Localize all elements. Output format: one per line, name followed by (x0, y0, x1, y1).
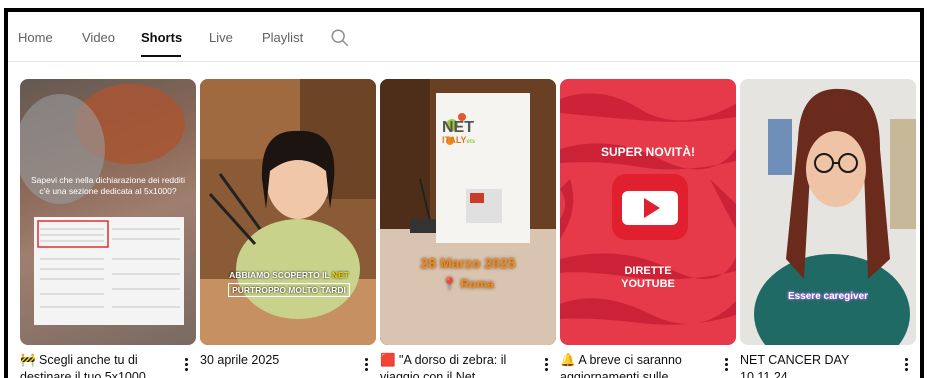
short-card[interactable]: Essere caregiver NET CANCER DAY 10.11.24 (740, 79, 916, 378)
thumbnail-artwork (200, 79, 376, 345)
more-options-button[interactable] (360, 354, 372, 374)
short-card[interactable]: NET ITALYets 28 Marzo 2025 📍 Roma 🟥 "A d… (380, 79, 556, 378)
tab-live[interactable]: Live (209, 30, 233, 45)
active-tab-indicator (141, 55, 181, 57)
channel-tabs: Home Video Shorts Live Playlist (8, 12, 920, 62)
thumbnail-caption-place: 📍 Roma (442, 277, 494, 291)
thumbnail-caption: Essere caregiver (787, 291, 869, 302)
short-card[interactable]: Sapevi che nella dichiarazione dei reddi… (20, 79, 196, 378)
tab-home[interactable]: Home (18, 30, 53, 45)
caption-text: PURTROPPO MOLTO TARDI (228, 283, 350, 297)
short-card[interactable]: SUPER NOVITÀ! DIRETTE YOUTUBE 🔔 A breve … (560, 79, 736, 378)
shorts-grid: Sapevi che nella dichiarazione dei reddi… (20, 79, 920, 378)
tab-shorts[interactable]: Shorts (141, 30, 182, 45)
more-options-button[interactable] (540, 354, 552, 374)
short-thumbnail[interactable]: SUPER NOVITÀ! DIRETTE YOUTUBE (560, 79, 736, 345)
thumbnail-caption: ABBIAMO SCOPERTO IL NET PURTROPPO MOLTO … (204, 269, 374, 297)
short-title[interactable]: NET CANCER DAY 10.11.24 (740, 352, 895, 378)
short-title[interactable]: 30 aprile 2025 (200, 352, 355, 378)
search-icon[interactable] (329, 27, 351, 49)
short-card[interactable]: ABBIAMO SCOPERTO IL NET PURTROPPO MOLTO … (200, 79, 376, 378)
thumbnail-caption-top: SUPER NOVITÀ! (600, 145, 695, 159)
short-thumbnail[interactable]: ABBIAMO SCOPERTO IL NET PURTROPPO MOLTO … (200, 79, 376, 345)
banner-italy-text: ITALY (442, 135, 467, 145)
tab-playlist[interactable]: Playlist (262, 30, 303, 45)
short-title[interactable]: 🚧 Scegli anche tu di destinare il tuo 5x… (20, 352, 175, 378)
caption-text: YOUTUBE (621, 278, 675, 290)
thumbnail-caption: Sapevi che nella dichiarazione dei reddi… (30, 175, 186, 196)
thumbnail-artwork (20, 79, 196, 345)
thumbnail-caption-bottom: DIRETTE YOUTUBE (560, 265, 736, 291)
caption-text: ABBIAMO SCOPERTO IL (229, 270, 332, 280)
short-title[interactable]: 🟥 "A dorso di zebra: il viaggio con il N… (380, 352, 535, 378)
more-options-button[interactable] (180, 354, 192, 374)
thumbnail-artwork (740, 79, 916, 345)
short-thumbnail[interactable]: Sapevi che nella dichiarazione dei reddi… (20, 79, 196, 345)
caption-text: DIRETTE (624, 265, 672, 277)
channel-content-frame: Home Video Shorts Live Playlist Sapevi c… (4, 8, 924, 378)
more-options-button[interactable] (720, 354, 732, 374)
short-thumbnail[interactable]: Essere caregiver (740, 79, 916, 345)
short-title[interactable]: 🔔 A breve ci saranno aggiornamenti sulle (560, 352, 715, 378)
more-options-button[interactable] (900, 354, 912, 374)
caption-highlight: NET (331, 270, 349, 280)
short-thumbnail[interactable]: NET ITALYets 28 Marzo 2025 📍 Roma (380, 79, 556, 345)
tab-video[interactable]: Video (82, 30, 115, 45)
thumbnail-caption-date: 28 Marzo 2025 (420, 255, 516, 271)
zebra-pattern (560, 93, 736, 325)
banner-ets-text: ets (466, 139, 476, 145)
banner-logo: NET ITALYets (442, 119, 522, 145)
